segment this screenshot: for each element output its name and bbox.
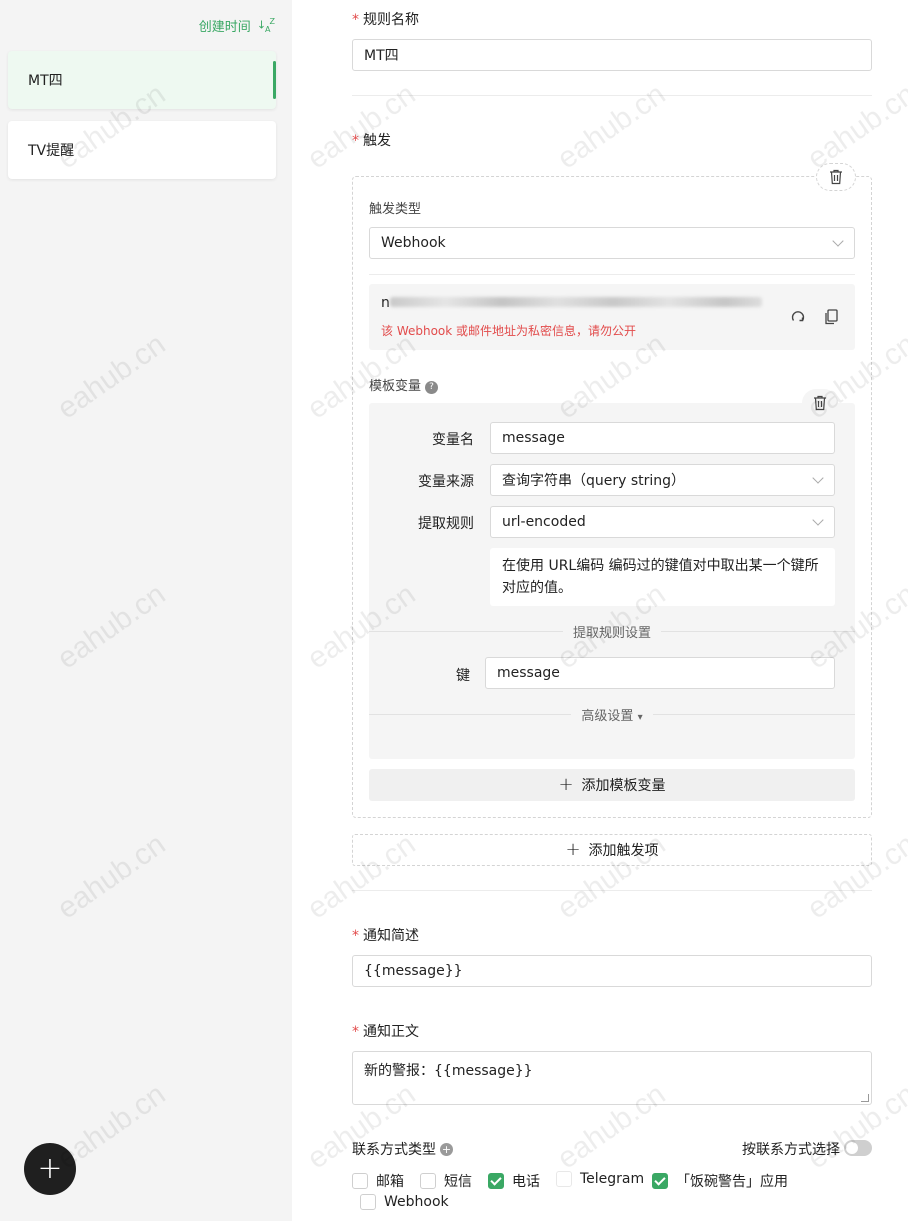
webhook-url-redacted <box>390 297 762 307</box>
rule-card-mt4[interactable]: MT四 <box>8 51 276 109</box>
contact-option-phone[interactable]: 电话 <box>488 1171 540 1191</box>
add-rule-button[interactable]: + <box>24 1143 76 1195</box>
rule-card-label: TV提醒 <box>28 143 75 159</box>
extract-settings-divider: 提取规则设置 <box>369 622 856 641</box>
template-vars-label: 模板变量? <box>369 375 439 394</box>
sort-label: 创建时间 <box>198 20 251 35</box>
extract-rule-label: 提取规则 <box>418 516 474 532</box>
chevron-down-icon <box>812 472 824 484</box>
var-source-select[interactable]: 查询字符串（query string） <box>490 464 835 496</box>
add-template-var-button[interactable]: + 添加模板变量 <box>369 769 855 801</box>
trigger-label: * 触发 <box>352 133 391 149</box>
contact-option-email[interactable]: 邮箱 <box>352 1171 404 1191</box>
contact-option-app[interactable]: 「饭碗警告」应用 <box>652 1171 788 1191</box>
notify-body-label: * 通知正文 <box>352 1024 419 1040</box>
checkbox[interactable] <box>360 1194 376 1210</box>
refresh-icon <box>791 311 805 322</box>
add-info-icon[interactable]: + <box>440 1143 453 1156</box>
rule-card-tv-reminder[interactable]: TV提醒 <box>8 121 276 179</box>
caret-down-icon: ▾ <box>637 712 643 723</box>
checkbox-checked[interactable] <box>488 1173 504 1189</box>
rule-card-label: MT四 <box>28 73 63 89</box>
trash-icon <box>830 169 842 185</box>
webhook-url-panel <box>369 284 855 350</box>
contact-option-webhook[interactable]: Webhook <box>360 1194 449 1210</box>
plus-icon: + <box>565 839 581 860</box>
sort-az-icon: ↓AZ <box>256 16 275 34</box>
checkbox[interactable] <box>352 1173 368 1189</box>
advanced-settings-toggle[interactable]: 高级设置 ▾ <box>369 705 855 724</box>
copy-icon <box>824 309 838 325</box>
rule-name-input[interactable]: MT四 <box>352 39 872 71</box>
notify-summary-label: * 通知简述 <box>352 928 419 944</box>
resize-grip-icon[interactable] <box>861 1094 869 1102</box>
key-label: 键 <box>456 668 470 684</box>
advanced-settings-label: 高级设置 <box>581 709 634 724</box>
trigger-type-label: 触发类型 <box>369 202 422 217</box>
delete-trigger-button[interactable] <box>816 163 856 191</box>
delete-template-var-button[interactable] <box>802 389 838 417</box>
contact-option-sms[interactable]: 短信 <box>420 1171 472 1191</box>
contact-type-label: 联系方式类型 + <box>352 1142 453 1158</box>
contact-select-label: 按联系方式选择 <box>742 1142 840 1158</box>
plus-icon: + <box>37 1151 63 1186</box>
notify-body-textarea[interactable]: 新的警报：{{message}} <box>352 1051 872 1105</box>
contact-select-toggle[interactable] <box>844 1140 872 1156</box>
sort-by-created-time[interactable]: 创建时间 ↓AZ <box>198 16 275 35</box>
var-name-input[interactable]: message <box>490 422 835 454</box>
checkbox[interactable] <box>556 1171 572 1187</box>
chevron-down-icon <box>812 514 824 526</box>
contact-option-telegram[interactable]: Telegram <box>556 1171 644 1187</box>
trash-icon <box>814 395 826 411</box>
divider <box>369 274 855 275</box>
var-name-label: 变量名 <box>432 432 474 448</box>
checkbox-checked[interactable] <box>652 1173 668 1189</box>
add-trigger-button[interactable]: + 添加触发项 <box>352 834 872 866</box>
rule-sidebar: 创建时间 ↓AZ MT四 TV提醒 + <box>0 0 292 1221</box>
copy-url-button[interactable] <box>822 308 840 326</box>
plus-icon: + <box>558 774 574 795</box>
extract-rule-description: 在使用 URL编码 编码过的键值对中取出某一个键所对应的值。 <box>490 548 835 606</box>
checkbox[interactable] <box>420 1173 436 1189</box>
rule-form: * 规则名称 MT四 * 触发 触发类型 Webhook n 该 Webhook 或… <box>292 0 908 1221</box>
webhook-privacy-warning: 该 Webhook 或邮件地址为私密信息，请勿公开 <box>381 324 637 338</box>
key-input[interactable]: message <box>485 657 835 689</box>
chevron-down-icon <box>832 235 844 247</box>
help-icon[interactable]: ? <box>425 380 439 394</box>
webhook-url-text[interactable]: n <box>381 295 390 311</box>
divider <box>352 95 872 96</box>
divider <box>352 890 872 891</box>
extract-settings-label: 提取规则设置 <box>573 626 652 641</box>
regenerate-url-button[interactable] <box>789 308 807 326</box>
extract-rule-select[interactable]: url-encoded <box>490 506 835 538</box>
notify-summary-input[interactable]: {{message}} <box>352 955 872 987</box>
trigger-type-select[interactable]: Webhook <box>369 227 855 259</box>
rule-name-label: * 规则名称 <box>352 12 419 28</box>
var-source-label: 变量来源 <box>418 474 474 490</box>
